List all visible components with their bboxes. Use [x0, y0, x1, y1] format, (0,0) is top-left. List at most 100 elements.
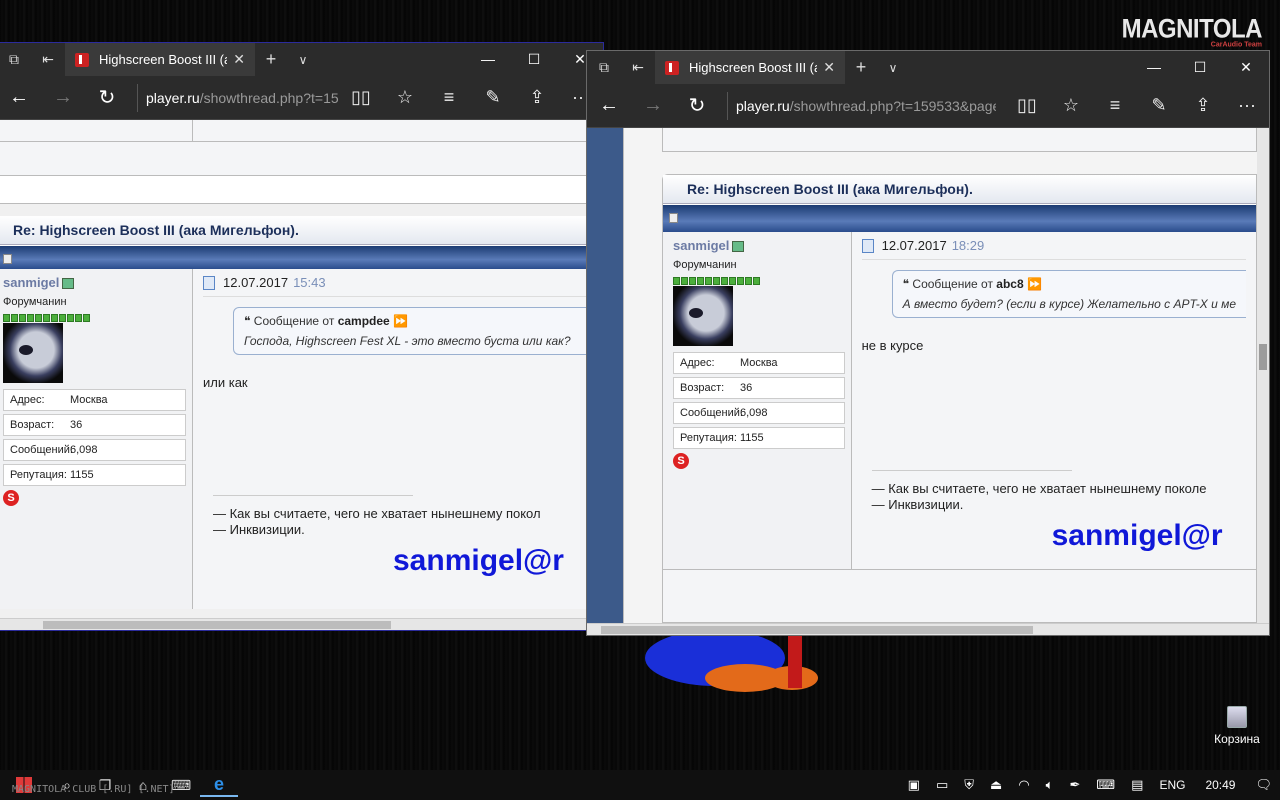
tabs-set-aside-icon[interactable]: ⇤	[621, 59, 655, 76]
document-icon	[203, 275, 215, 290]
url-field[interactable]: player.ru/showthread.php?t=15	[146, 90, 339, 106]
horizontal-scrollbar[interactable]	[0, 618, 603, 630]
edge-browser-icon[interactable]: e	[200, 774, 238, 797]
post-date: 12.07.2017 15:43	[203, 275, 593, 297]
online-status-icon	[62, 278, 75, 290]
refresh-button[interactable]: ↻	[675, 93, 719, 118]
view-post-icon[interactable]: ⏩	[1027, 277, 1042, 291]
tab-close-icon[interactable]: ✕	[823, 59, 835, 76]
recycle-bin[interactable]: Корзина	[1204, 706, 1270, 746]
new-tab-button[interactable]: +	[255, 49, 287, 70]
message-text: или как	[203, 375, 248, 390]
new-tab-button[interactable]: +	[845, 57, 877, 78]
web-note-icon[interactable]: ✎	[1137, 95, 1181, 116]
tab-list-icon[interactable]: ∨	[877, 61, 909, 75]
avatar[interactable]	[3, 323, 63, 383]
maximize-button[interactable]: ☐	[511, 51, 557, 68]
wifi-icon[interactable]: ◠	[1010, 777, 1037, 793]
quote-block: ❝ Сообщение от abc8 ⏩ А вместо будет? (е…	[891, 270, 1246, 318]
post-date: 12.07.2017 18:29	[861, 238, 1246, 260]
recycle-bin-icon	[1227, 706, 1247, 728]
user-rank: Форумчанин	[673, 259, 737, 271]
browser-window-right[interactable]: ⧉ ⇤ Highscreen Boost III (ак ✕ + ∨ — ☐ ✕…	[586, 50, 1270, 636]
tab-close-icon[interactable]: ✕	[233, 51, 245, 68]
page-content[interactable]: Re: Highscreen Boost III (ака Мигельфон)…	[0, 120, 603, 630]
browser-window-left[interactable]: ⧉ ⇤ Highscreen Boost III (ак ✕ + ∨ — ☐ ✕…	[0, 42, 604, 631]
message-pane: 12.07.2017 15:43 ❝ Сообщение от campdee ⏩…	[193, 269, 603, 609]
online-status-icon	[732, 241, 745, 253]
titlebar[interactable]: ⧉ ⇤ Highscreen Boost III (ак ✕ + ∨ — ☐ ✕	[0, 43, 603, 76]
post-title: Re: Highscreen Boost III (ака Мигельфон)…	[0, 216, 603, 245]
wallpaper-art	[645, 630, 818, 692]
signature: — Как вы считаете, чего не хватает нынеш…	[871, 470, 1223, 553]
page-content[interactable]: Re: Highscreen Boost III (ака Мигельфон)…	[587, 128, 1269, 635]
reputation-bar	[3, 311, 186, 322]
minimize-button[interactable]: —	[465, 51, 511, 68]
tab-aside-icon[interactable]: ⧉	[587, 59, 621, 76]
vertical-scrollbar[interactable]	[1257, 128, 1269, 623]
url-field[interactable]: player.ru/showthread.php?t=159533&page	[736, 98, 996, 114]
reputation-bar	[673, 274, 845, 285]
clock[interactable]: 20:49	[1193, 778, 1247, 792]
system-tray: ▣ ▭ ⛨ ⏏ ◠ 🔈︎ ✒ ⌨ ▤ ENG 20:49 🗨︎	[900, 777, 1280, 793]
watermark: MAGNITOLA.CLUB [.RU] [.NET]	[12, 784, 175, 795]
share-icon[interactable]: ⇪	[1181, 95, 1225, 116]
tab-highscreen[interactable]: Highscreen Boost III (ак ✕	[655, 51, 845, 84]
reading-view-icon[interactable]: ▯▯	[339, 87, 383, 108]
display-icon[interactable]: ▤	[1123, 777, 1151, 793]
notifications-icon[interactable]: 🗨︎	[1247, 777, 1280, 793]
user-info-pane: sanmigel Форумчанин Адрес: Москва Возраст…	[663, 232, 852, 569]
refresh-button[interactable]: ↻	[85, 85, 129, 110]
wallpaper-logo: MAGNITOLA CarAudio Team	[1121, 14, 1263, 49]
language-indicator[interactable]: ENG	[1151, 778, 1193, 792]
username-link[interactable]: sanmigel	[673, 238, 845, 253]
skype-icon[interactable]: S	[3, 490, 19, 506]
reading-view-icon[interactable]: ▯▯	[1005, 95, 1049, 116]
address-bar: ← → ↻ player.ru/showthread.php?t=159533&…	[587, 84, 1269, 128]
battery-icon[interactable]: ▭	[928, 777, 956, 793]
post-title: Re: Highscreen Boost III (ака Мигельфон)…	[663, 175, 1256, 204]
tabs-set-aside-icon[interactable]: ⇤	[31, 51, 65, 68]
maximize-button[interactable]: ☐	[1177, 59, 1223, 76]
tab-list-icon[interactable]: ∨	[287, 53, 319, 67]
quote-icon: ❝	[244, 314, 254, 328]
web-note-icon[interactable]: ✎	[471, 87, 515, 108]
hub-icon[interactable]: ≡	[427, 87, 471, 108]
tab-aside-icon[interactable]: ⧉	[0, 51, 31, 68]
close-button[interactable]: ✕	[1223, 59, 1269, 76]
touch-keyboard-icon[interactable]: ⌨	[1088, 777, 1123, 793]
favicon-icon	[75, 52, 89, 67]
hub-icon[interactable]: ≡	[1093, 95, 1137, 116]
forward-button[interactable]: →	[41, 86, 85, 109]
pen-icon[interactable]: ✒	[1061, 777, 1088, 793]
titlebar[interactable]: ⧉ ⇤ Highscreen Boost III (ак ✕ + ∨ — ☐ ✕	[587, 51, 1269, 84]
user-info-pane: sanmigel Форумчанин Адрес: Москва Возраст…	[0, 269, 193, 609]
post-header-bar	[663, 204, 1256, 232]
favicon-icon	[665, 60, 679, 75]
post: sanmigel Форумчанин Адрес: Москва Возраст…	[0, 269, 603, 609]
share-icon[interactable]: ⇪	[515, 87, 559, 108]
signature: — Как вы считаете, чего не хватает нынеш…	[213, 495, 564, 578]
tab-highscreen[interactable]: Highscreen Boost III (ак ✕	[65, 43, 255, 76]
message-text: не в курсе	[861, 338, 924, 353]
volume-icon[interactable]: 🔈︎	[1038, 777, 1062, 793]
username-link[interactable]: sanmigel	[3, 275, 186, 290]
more-icon[interactable]: ···	[1225, 95, 1269, 116]
view-post-icon[interactable]: ⏩	[393, 314, 408, 328]
back-button[interactable]: ←	[0, 86, 41, 109]
back-button[interactable]: ←	[587, 94, 631, 117]
quote-block: ❝ Сообщение от campdee ⏩ Господа, Highsc…	[233, 307, 593, 355]
usb-icon[interactable]: ⏏	[982, 777, 1010, 793]
security-shield-icon[interactable]: ⛨	[956, 777, 982, 793]
document-icon	[861, 238, 874, 253]
minimize-button[interactable]: —	[1131, 59, 1177, 76]
favorite-star-icon[interactable]: ☆	[383, 87, 427, 108]
skype-icon[interactable]: S	[673, 453, 689, 469]
favorite-star-icon[interactable]: ☆	[1049, 95, 1093, 116]
app-tray-icon[interactable]: ▣	[900, 777, 928, 793]
horizontal-scrollbar[interactable]	[587, 623, 1269, 635]
post: sanmigel Форумчанин Адрес: Москва Возраст…	[663, 232, 1256, 570]
avatar[interactable]	[673, 286, 733, 346]
forward-button[interactable]: →	[631, 94, 675, 117]
taskbar: ⌕ ❐ ⌂ ⌨ e MAGNITOLA.CLUB [.RU] [.NET] ▣ …	[0, 770, 1280, 800]
